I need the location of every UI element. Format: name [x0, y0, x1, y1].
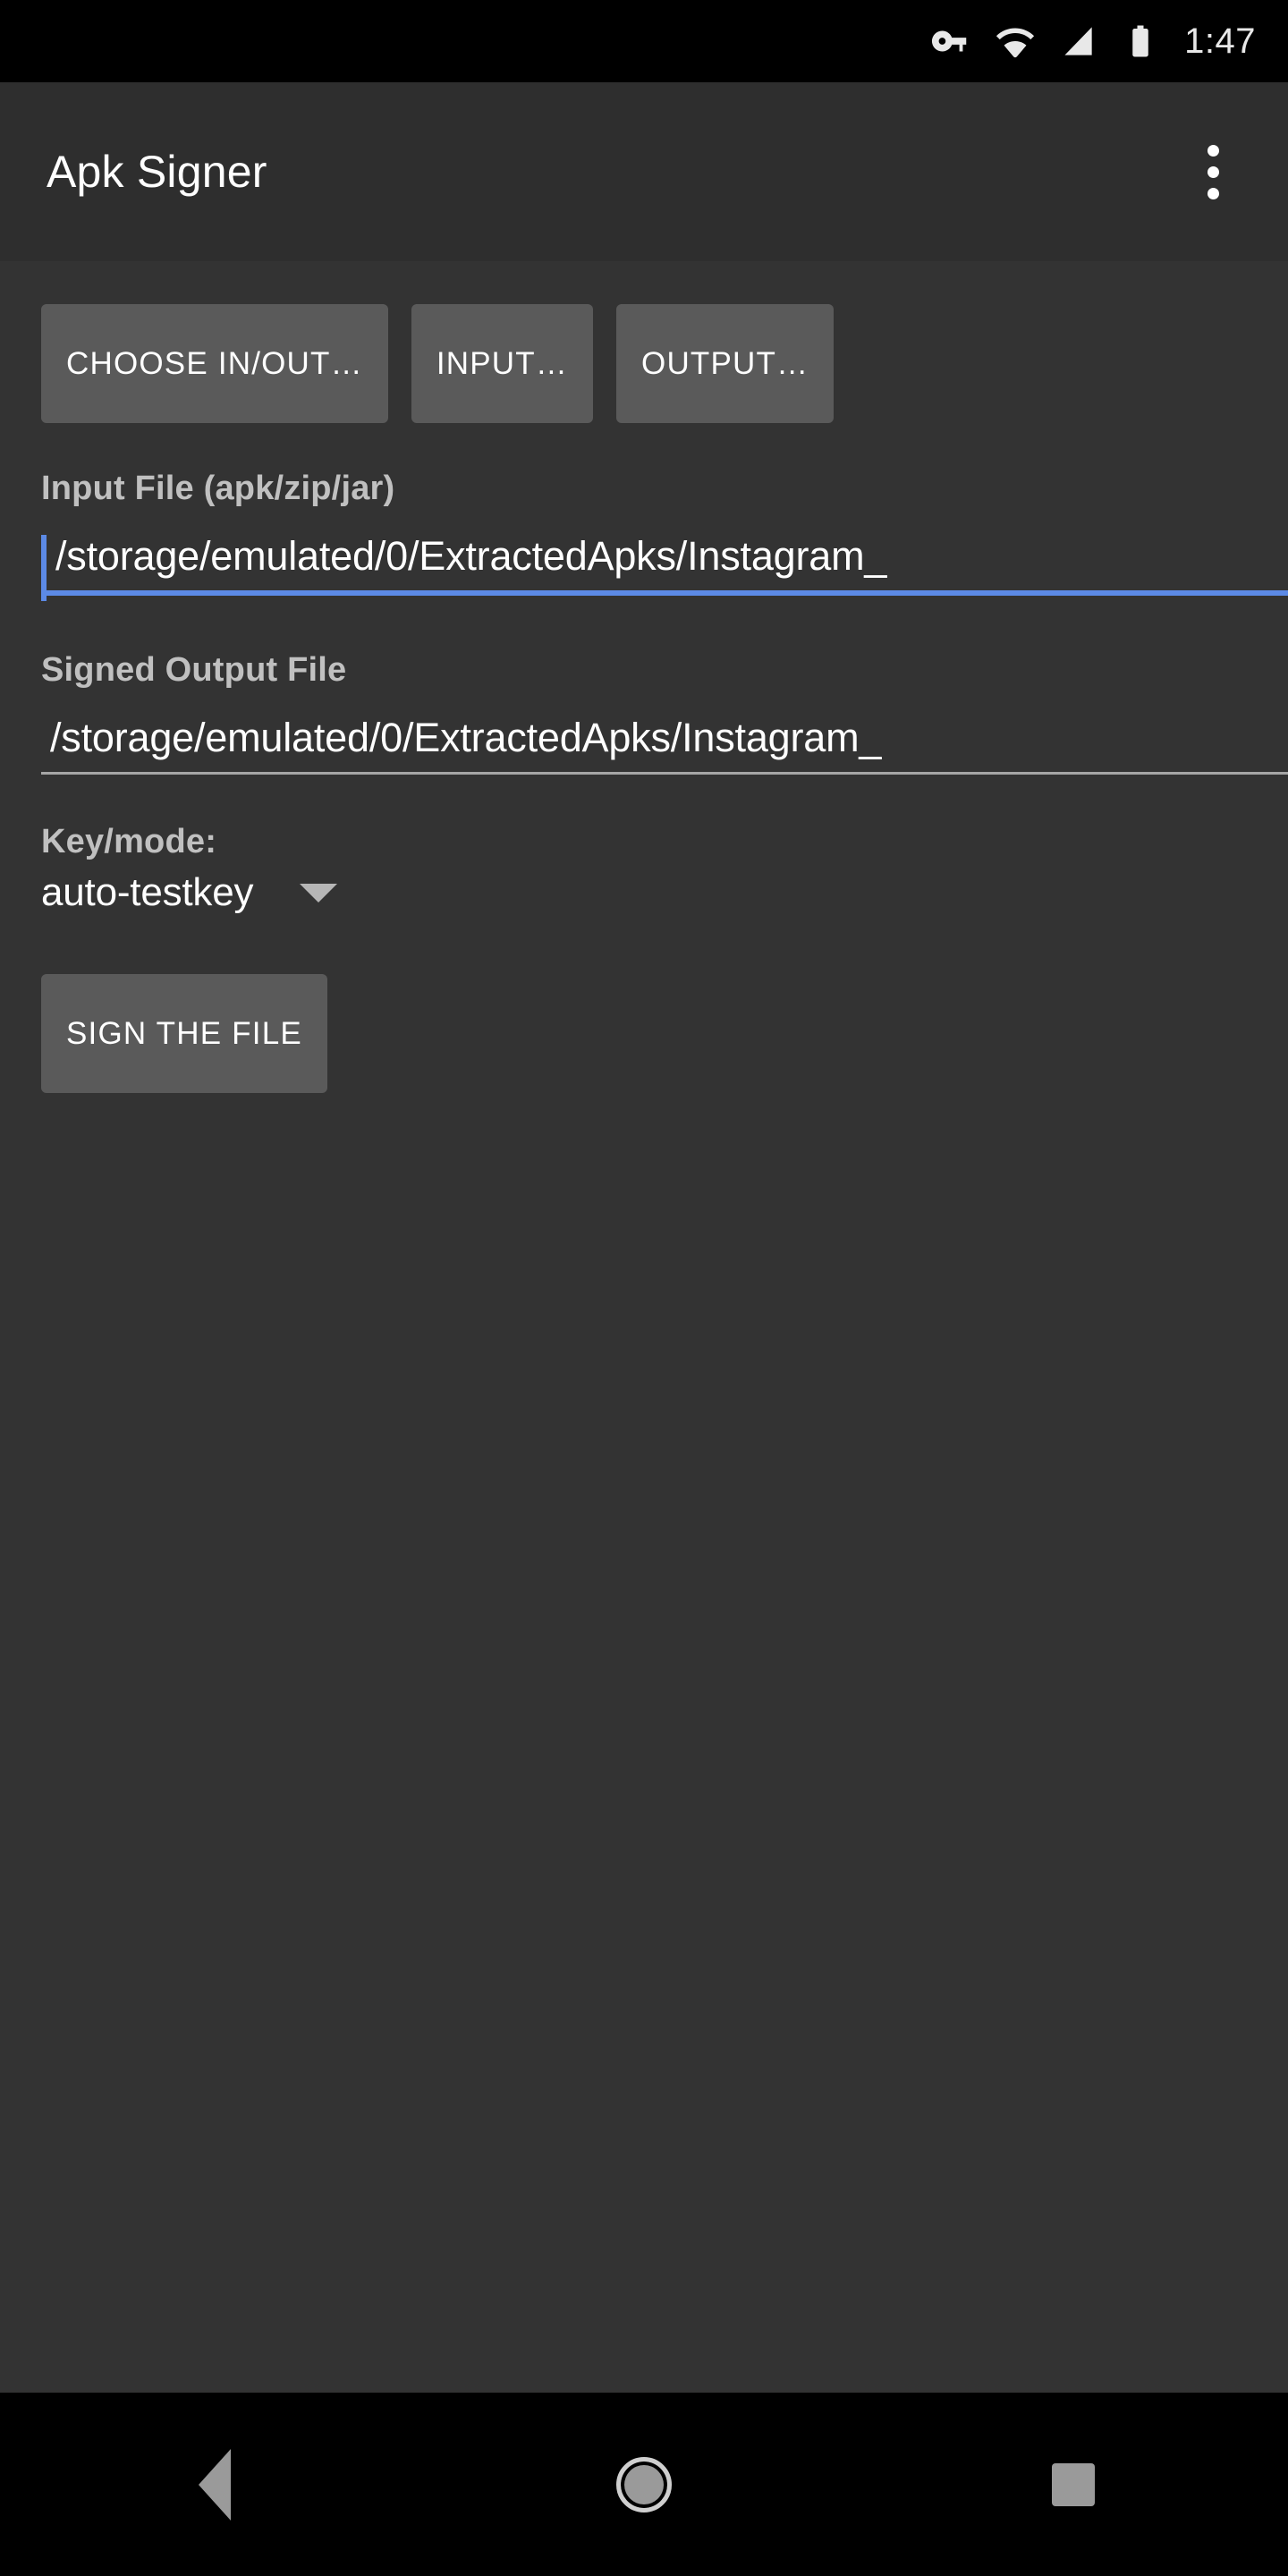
overflow-dot — [1207, 144, 1219, 157]
home-circle-icon — [616, 2456, 672, 2512]
input-file-underline — [41, 590, 1288, 596]
input-file-value: /storage/emulated/0/ExtractedApks/Instag… — [55, 533, 887, 579]
status-bar: 1:47 — [0, 0, 1288, 82]
back-triangle-icon — [199, 2448, 231, 2521]
status-bar-clock: 1:47 — [1184, 21, 1256, 61]
output-file-block: Signed Output File /storage/emulated/0/E… — [0, 651, 1288, 775]
input-file-label: Input File (apk/zip/jar) — [41, 470, 395, 507]
output-file-field[interactable]: /storage/emulated/0/ExtractedApks/Instag… — [41, 715, 1288, 775]
key-mode-block: Key/mode: auto-testkey — [0, 823, 1288, 915]
overflow-dot — [1207, 187, 1219, 199]
input-file-block: Input File (apk/zip/jar) /storage/emulat… — [0, 470, 1288, 601]
nav-back-button[interactable] — [125, 2395, 304, 2574]
recents-square-icon — [1052, 2462, 1095, 2506]
input-button[interactable]: INPUT… — [411, 304, 594, 423]
key-mode-label: Key/mode: — [41, 823, 217, 860]
chevron-down-icon — [300, 883, 338, 902]
key-mode-selected-value: auto-testkey — [41, 870, 254, 914]
input-file-field[interactable]: /storage/emulated/0/ExtractedApks/Instag… — [41, 533, 1288, 601]
output-file-value: /storage/emulated/0/ExtractedApks/Instag… — [50, 715, 882, 760]
overflow-dot — [1207, 165, 1219, 178]
output-file-underline — [41, 772, 1288, 775]
output-file-label: Signed Output File — [41, 651, 347, 689]
more-vert-icon[interactable] — [1170, 129, 1256, 215]
vpn-key-icon — [930, 21, 971, 62]
cellular-signal-icon — [1059, 21, 1098, 61]
choose-in-out-button[interactable]: CHOOSE IN/OUT… — [41, 304, 388, 423]
file-chooser-button-row: CHOOSE IN/OUT… INPUT… OUTPUT… — [0, 261, 1288, 423]
status-bar-icons — [930, 21, 1159, 62]
sign-action-block: SIGN THE FILE — [0, 974, 1288, 1093]
text-cursor — [41, 535, 47, 601]
battery-icon — [1122, 22, 1159, 60]
nav-recents-button[interactable] — [984, 2395, 1163, 2574]
output-button[interactable]: OUTPUT… — [616, 304, 835, 423]
page-title: Apk Signer — [47, 147, 267, 197]
wifi-icon — [995, 21, 1036, 62]
navigation-bar — [0, 2393, 1288, 2576]
nav-home-button[interactable] — [555, 2395, 733, 2574]
main-content: CHOOSE IN/OUT… INPUT… OUTPUT… Input File… — [0, 261, 1288, 2393]
sign-the-file-button[interactable]: SIGN THE FILE — [41, 974, 327, 1093]
phone-screen: 1:47 Apk Signer CHOOSE IN/OUT… INPUT… OU… — [0, 0, 1288, 2576]
app-bar: Apk Signer — [0, 82, 1288, 261]
key-mode-spinner[interactable]: auto-testkey — [41, 870, 497, 915]
